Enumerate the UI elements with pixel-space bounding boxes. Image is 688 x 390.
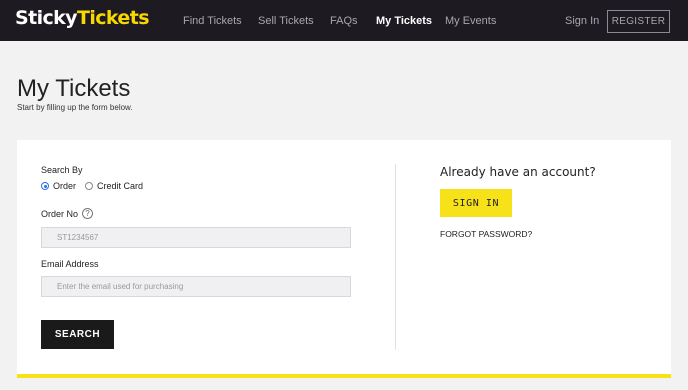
register-button[interactable]: REGISTER [607, 10, 670, 33]
email-label: Email Address [41, 259, 99, 269]
logo[interactable]: StickyTickets [15, 7, 150, 29]
radio-order-label[interactable]: Order [53, 181, 76, 191]
radio-order[interactable] [41, 182, 49, 190]
nav-my-tickets[interactable]: My Tickets [376, 15, 432, 27]
logo-text-sticky: Sticky [15, 7, 78, 29]
header-sign-in-link[interactable]: Sign In [565, 15, 599, 27]
card-accent-bar [17, 374, 671, 378]
top-navigation-bar: StickyTickets Find Tickets Sell Tickets … [0, 0, 688, 41]
nav-find-tickets[interactable]: Find Tickets [183, 15, 242, 27]
logo-text-tickets: Tickets [76, 7, 150, 29]
radio-credit-card[interactable] [85, 182, 94, 190]
radio-credit-card-label[interactable]: Credit Card [97, 181, 143, 191]
order-no-input[interactable]: ST1234567 [41, 227, 351, 248]
email-input[interactable]: Enter the email used for purchasing [41, 276, 351, 297]
page-subtitle: Start by filling up the form below. [17, 103, 133, 112]
order-no-label: Order No [41, 209, 79, 219]
search-button[interactable]: SEARCH [41, 320, 114, 349]
forgot-password-link[interactable]: FORGOT PASSWORD? [440, 229, 532, 239]
nav-sell-tickets[interactable]: Sell Tickets [258, 15, 314, 27]
page-title: My Tickets [17, 75, 131, 102]
search-by-options: Order Credit Card [41, 181, 152, 191]
sign-in-button[interactable]: SIGN IN [440, 189, 512, 217]
nav-my-events[interactable]: My Events [445, 15, 496, 27]
search-by-label: Search By [41, 165, 83, 175]
nav-faqs[interactable]: FAQs [330, 15, 358, 27]
column-divider [395, 164, 396, 350]
account-question: Already have an account? [440, 165, 596, 179]
help-icon[interactable]: ? [82, 208, 93, 219]
